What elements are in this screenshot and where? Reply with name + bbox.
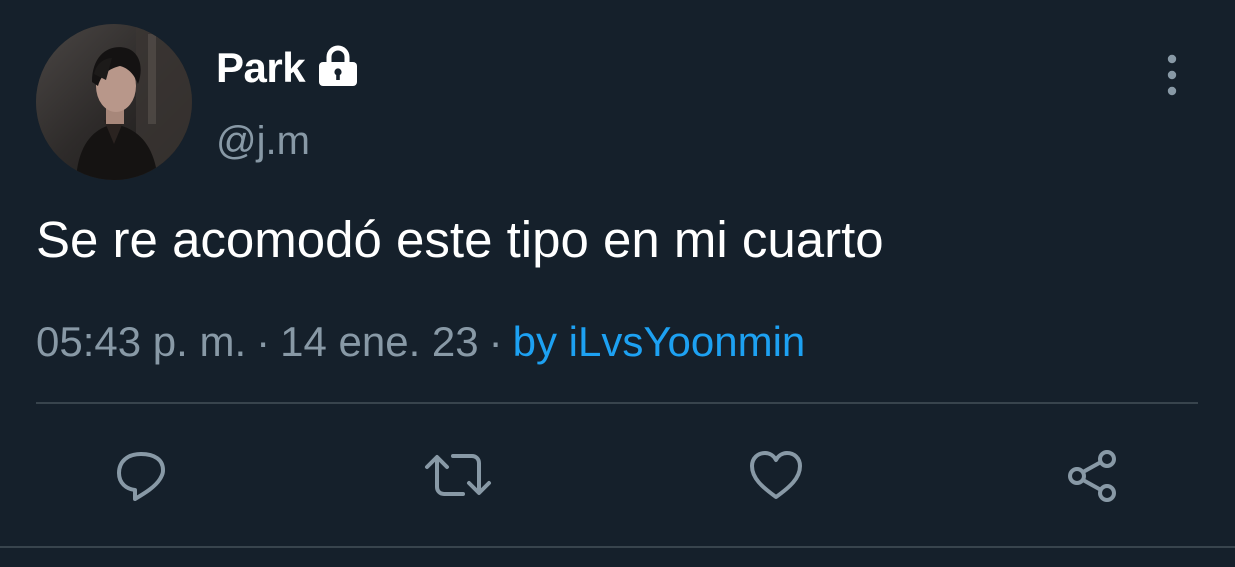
tweet-time[interactable]: 05:43 p. m. — [36, 318, 246, 365]
reply-icon — [117, 452, 165, 501]
lock-icon — [315, 43, 361, 89]
more-vertical-icon[interactable] — [1152, 52, 1192, 98]
retweet-icon — [425, 454, 491, 496]
display-name-row[interactable]: Park — [216, 42, 361, 94]
reply-button[interactable] — [106, 440, 176, 510]
like-icon — [750, 451, 802, 499]
divider — [36, 402, 1198, 404]
retweet-button[interactable] — [423, 440, 493, 510]
like-button[interactable] — [741, 440, 811, 510]
share-button[interactable] — [1058, 440, 1128, 510]
user-handle[interactable]: @j.m — [216, 116, 310, 166]
display-name[interactable]: Park — [216, 42, 306, 94]
meta-separator: · — [488, 318, 503, 365]
meta-separator: · — [256, 318, 271, 365]
action-bar — [0, 440, 1235, 510]
tweet-text: Se re acomodó este tipo en mi cuarto — [36, 211, 884, 268]
share-icon — [1068, 450, 1116, 502]
avatar-image — [36, 24, 192, 180]
tweet-card: Park @j.m Se re acomodó este tipo en mi … — [0, 0, 1235, 567]
tweet-date[interactable]: 14 ene. 23 — [280, 318, 479, 365]
bottom-divider — [0, 546, 1235, 548]
tweet-source-link[interactable]: by iLvsYoonmin — [513, 318, 806, 365]
avatar[interactable] — [36, 24, 192, 180]
tweet-meta: 05:43 p. m. · 14 ene. 23 · by iLvsYoonmin — [36, 316, 805, 368]
